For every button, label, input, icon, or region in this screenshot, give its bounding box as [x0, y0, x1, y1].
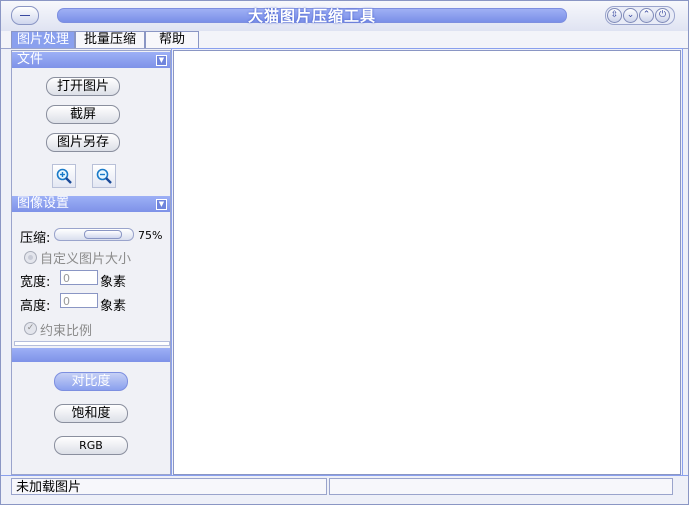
file-section-header[interactable]: 文件 ▼: [12, 52, 170, 68]
left-panel: 文件 ▼ 打开图片 截屏 图片另存 图像设置 ▼ 压缩: 75% 自定义图片大小…: [11, 50, 171, 475]
maximize-button[interactable]: ⌃: [639, 8, 654, 23]
image-canvas[interactable]: [173, 50, 681, 475]
menu-bar: 图片处理 批量压缩 帮助: [1, 31, 688, 49]
close-button[interactable]: ⏻: [655, 8, 670, 23]
save-as-button[interactable]: 图片另存: [46, 133, 120, 152]
zoom-in-icon: [56, 168, 72, 184]
section-divider: [14, 341, 170, 346]
restore-button[interactable]: ⇳: [607, 8, 622, 23]
zoom-out-icon: [96, 168, 112, 184]
check-icon: ✓: [26, 323, 35, 333]
height-label: 高度:: [20, 299, 51, 314]
menu-help[interactable]: 帮助: [145, 31, 199, 48]
rgb-button[interactable]: RGB: [54, 436, 128, 455]
constrain-checkbox[interactable]: ✓: [24, 322, 37, 335]
compress-slider-thumb[interactable]: [84, 230, 122, 239]
height-input[interactable]: 0: [60, 293, 98, 308]
chevron-down-icon: ⌄: [626, 10, 635, 20]
adjust-section-header: [12, 348, 170, 362]
restore-icon: ⇳: [610, 10, 619, 20]
height-unit-label: 象素: [100, 299, 127, 314]
open-image-button[interactable]: 打开图片: [46, 77, 120, 96]
collapse-icon[interactable]: ▼: [156, 55, 167, 66]
status-secondary: [329, 478, 673, 495]
system-menu-button[interactable]: [11, 6, 39, 25]
minimize-button[interactable]: ⌄: [623, 8, 638, 23]
window-title: 大猫图片压缩工具: [247, 7, 376, 25]
width-label: 宽度:: [20, 275, 51, 290]
power-icon: ⏻: [658, 10, 667, 20]
zoom-out-button[interactable]: [92, 164, 116, 188]
status-message: 未加载图片: [11, 478, 327, 495]
title-bar: 大猫图片压缩工具 ⇳ ⌄ ⌃ ⏻: [1, 1, 688, 31]
compress-label: 压缩:: [20, 231, 51, 246]
image-settings-header[interactable]: 图像设置 ▼: [12, 196, 170, 212]
screenshot-button[interactable]: 截屏: [46, 105, 120, 124]
constrain-label: 约束比例: [40, 324, 93, 339]
collapse-icon[interactable]: ▼: [156, 199, 167, 210]
custom-size-radio[interactable]: [24, 251, 37, 264]
main-window: 大猫图片压缩工具 ⇳ ⌄ ⌃ ⏻ 图片处理 批量压缩 帮助 文件 ▼ 打开图片 …: [0, 0, 689, 505]
width-unit-label: 象素: [100, 275, 127, 290]
chevron-up-icon: ⌃: [642, 10, 651, 20]
width-input[interactable]: 0: [60, 270, 98, 285]
file-section-title: 文件: [17, 52, 44, 67]
compress-value: 75%: [138, 229, 163, 242]
menu-image-processing[interactable]: 图片处理: [11, 31, 75, 48]
contrast-button[interactable]: 对比度: [54, 372, 128, 391]
status-bar: 未加载图片: [1, 475, 688, 498]
image-settings-title: 图像设置: [17, 196, 70, 211]
saturation-button[interactable]: 饱和度: [54, 404, 128, 423]
menu-batch-compress[interactable]: 批量压缩: [75, 31, 145, 48]
system-menu-icon: [20, 15, 30, 16]
compress-slider[interactable]: [54, 228, 134, 241]
window-controls: ⇳ ⌄ ⌃ ⏻: [605, 6, 675, 25]
zoom-in-button[interactable]: [52, 164, 76, 188]
custom-size-label: 自定义图片大小: [40, 252, 132, 267]
